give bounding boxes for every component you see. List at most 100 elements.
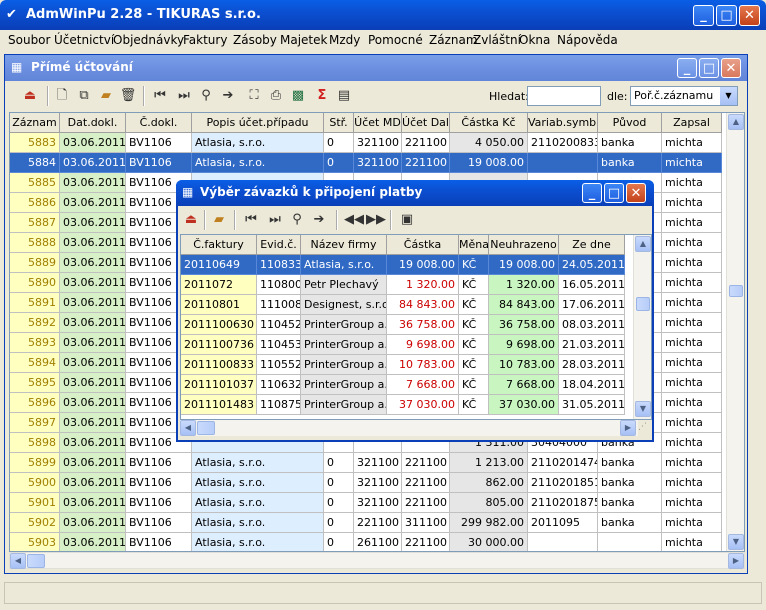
- horizontal-scrollbar[interactable]: ◀ ▶: [9, 552, 745, 569]
- table-cell[interactable]: BV1106: [126, 473, 192, 493]
- table-cell[interactable]: 5900: [10, 473, 60, 493]
- table-cell[interactable]: 4 050.00: [450, 133, 528, 153]
- table-cell[interactable]: 2110201851: [528, 473, 598, 493]
- column-header[interactable]: Č.dokl.: [126, 113, 192, 133]
- table-cell[interactable]: 221100: [402, 533, 450, 551]
- dialog-column-header[interactable]: Název firmy: [301, 235, 387, 255]
- child-maximize-button[interactable]: □: [699, 58, 719, 78]
- table-cell[interactable]: michta: [662, 213, 722, 233]
- table-cell[interactable]: BV1106: [126, 533, 192, 551]
- table-cell[interactable]: michta: [662, 153, 722, 173]
- menu-záznam[interactable]: Záznam: [429, 33, 478, 47]
- table-cell[interactable]: 03.06.2011: [60, 193, 126, 213]
- table-cell[interactable]: 5903: [10, 533, 60, 551]
- dialog-table-cell[interactable]: 21.03.2011: [559, 335, 625, 355]
- dialog-table-cell[interactable]: Atlasia, s.r.o.: [301, 255, 387, 275]
- dialog-minimize-button[interactable]: _: [582, 183, 602, 203]
- table-cell[interactable]: 03.06.2011: [60, 353, 126, 373]
- dialog-table-cell[interactable]: 110552: [257, 355, 301, 375]
- table-cell[interactable]: michta: [662, 433, 722, 453]
- dialog-table-cell[interactable]: 20110649: [181, 255, 257, 275]
- table-cell[interactable]: [528, 533, 598, 551]
- column-header[interactable]: Původ: [598, 113, 662, 133]
- menu-mzdy[interactable]: Mzdy: [329, 33, 360, 47]
- table-cell[interactable]: michta: [662, 533, 722, 551]
- child-minimize-button[interactable]: _: [677, 58, 697, 78]
- table-cell[interactable]: 0: [324, 473, 354, 493]
- table-cell[interactable]: 805.00: [450, 493, 528, 513]
- dialog-table-cell[interactable]: 24.05.2011: [559, 255, 625, 275]
- dialog-table-cell[interactable]: 18.04.2011: [559, 375, 625, 395]
- table-cell[interactable]: 5894: [10, 353, 60, 373]
- excel-export-icon[interactable]: ▩: [289, 87, 307, 105]
- dialog-table-cell[interactable]: 84 843.00: [489, 295, 559, 315]
- dialog-column-header[interactable]: Měna: [459, 235, 489, 255]
- dialog-table-cell[interactable]: 110453: [257, 335, 301, 355]
- table-cell[interactable]: 03.06.2011: [60, 133, 126, 153]
- scroll-up-icon[interactable]: ▲: [635, 236, 651, 252]
- dialog-table-cell[interactable]: 110800: [257, 275, 301, 295]
- table-cell[interactable]: michta: [662, 173, 722, 193]
- dialog-table-cell[interactable]: 110452: [257, 315, 301, 335]
- table-cell[interactable]: 5886: [10, 193, 60, 213]
- table-cell[interactable]: michta: [662, 453, 722, 473]
- maximize-button[interactable]: □: [716, 5, 737, 26]
- table-cell[interactable]: 261100: [354, 533, 402, 551]
- table-cell[interactable]: banka: [598, 153, 662, 173]
- previous-icon[interactable]: ◀◀: [344, 211, 364, 229]
- table-cell[interactable]: 03.06.2011: [60, 173, 126, 193]
- dialog-table-cell[interactable]: 2011101037: [181, 375, 257, 395]
- dialog-table-cell[interactable]: KČ: [459, 295, 489, 315]
- table-cell[interactable]: 03.06.2011: [60, 393, 126, 413]
- dialog-table-cell[interactable]: KČ: [459, 275, 489, 295]
- table-cell[interactable]: BV1106: [126, 153, 192, 173]
- table-cell[interactable]: Atlasia, s.r.o.: [192, 493, 324, 513]
- dialog-table-cell[interactable]: 08.03.2011: [559, 315, 625, 335]
- next-icon[interactable]: ▶▶: [366, 211, 386, 229]
- dialog-table-cell[interactable]: 111008: [257, 295, 301, 315]
- table-cell[interactable]: 5883: [10, 133, 60, 153]
- vertical-scroll-thumb[interactable]: [729, 285, 743, 297]
- dialog-table-cell[interactable]: 20110801: [181, 295, 257, 315]
- table-cell[interactable]: 221100: [402, 153, 450, 173]
- dialog-table-cell[interactable]: 19 008.00: [387, 255, 459, 275]
- table-cell[interactable]: banka: [598, 513, 662, 533]
- table-cell[interactable]: 0: [324, 153, 354, 173]
- chevron-down-icon[interactable]: ▼: [720, 87, 737, 105]
- table-cell[interactable]: 0: [324, 133, 354, 153]
- resize-grip-icon[interactable]: ⋰: [638, 422, 650, 434]
- dialog-table-cell[interactable]: 7 668.00: [489, 375, 559, 395]
- last-record-icon[interactable]: ⏭: [175, 87, 193, 105]
- table-cell[interactable]: 5902: [10, 513, 60, 533]
- table-cell[interactable]: 03.06.2011: [60, 213, 126, 233]
- table-cell[interactable]: 221100: [402, 493, 450, 513]
- table-cell[interactable]: 321100: [354, 493, 402, 513]
- table-cell[interactable]: 03.06.2011: [60, 533, 126, 551]
- column-header[interactable]: Účet Dal: [402, 113, 450, 133]
- dialog-table-cell[interactable]: KČ: [459, 255, 489, 275]
- table-cell[interactable]: Atlasia, s.r.o.: [192, 153, 324, 173]
- last-record-icon[interactable]: ⏭: [266, 211, 284, 229]
- menu-zvláštní[interactable]: Zvláštní: [473, 33, 521, 47]
- scroll-right-icon[interactable]: ▶: [728, 553, 744, 569]
- table-cell[interactable]: 2110201474: [528, 453, 598, 473]
- table-cell[interactable]: michta: [662, 233, 722, 253]
- dialog-column-header[interactable]: Ze dne: [559, 235, 625, 255]
- table-cell[interactable]: Atlasia, s.r.o.: [192, 473, 324, 493]
- dialog-table-cell[interactable]: PrinterGroup a.s.: [301, 315, 387, 335]
- vertical-scrollbar[interactable]: ▲ ▼: [726, 113, 744, 551]
- table-cell[interactable]: 221100: [402, 133, 450, 153]
- dialog-table-cell[interactable]: 2011100630: [181, 315, 257, 335]
- table-cell[interactable]: 03.06.2011: [60, 373, 126, 393]
- dialog-table-cell[interactable]: PrinterGroup a.s.: [301, 335, 387, 355]
- column-header[interactable]: Zapsal: [662, 113, 722, 133]
- column-header[interactable]: Popis účet.případu: [192, 113, 324, 133]
- table-cell[interactable]: 03.06.2011: [60, 273, 126, 293]
- sum-icon[interactable]: Σ: [313, 87, 331, 105]
- dialog-table-cell[interactable]: 10 783.00: [387, 355, 459, 375]
- scroll-down-icon[interactable]: ▼: [728, 534, 744, 550]
- dialog-table-cell[interactable]: 2011100833: [181, 355, 257, 375]
- dialog-table-cell[interactable]: 37 030.00: [489, 395, 559, 415]
- table-cell[interactable]: 03.06.2011: [60, 293, 126, 313]
- table-cell[interactable]: michta: [662, 293, 722, 313]
